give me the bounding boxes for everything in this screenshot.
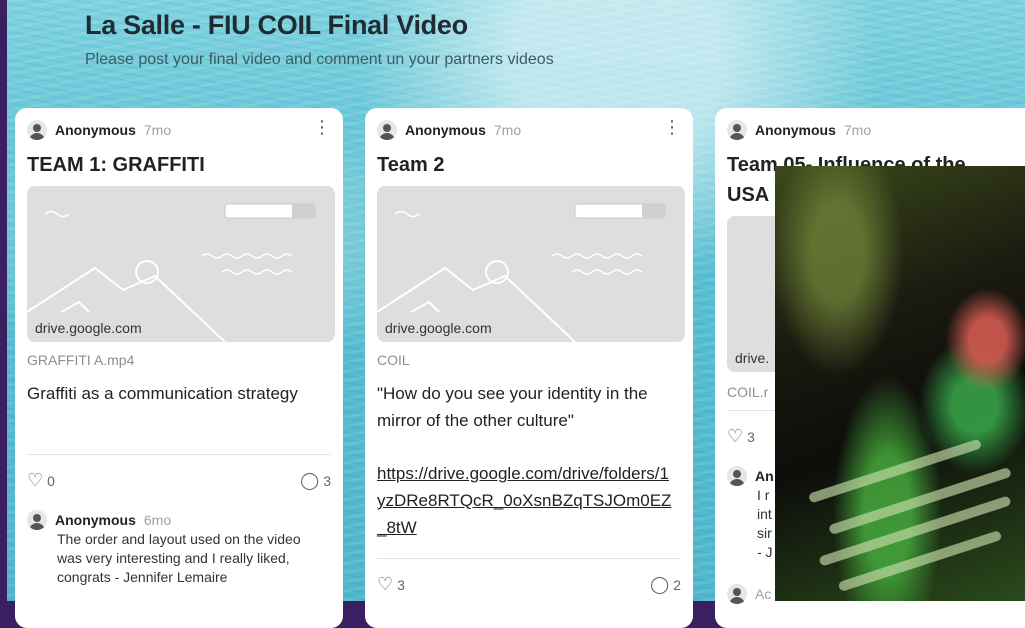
avatar-icon <box>727 584 747 604</box>
heart-icon: ♡ <box>27 470 44 490</box>
post-header: Anonymous 7mo <box>727 120 871 140</box>
comment-author: Anonymous <box>55 512 136 528</box>
attachment-name[interactable]: COIL <box>377 352 410 368</box>
placeholder-image-icon <box>27 203 316 342</box>
comment-button[interactable]: ◯ 3 <box>300 470 331 491</box>
heart-icon: ♡ <box>377 574 394 594</box>
post-title: Team 2 <box>377 154 445 176</box>
post-title: TEAM 1: GRAFFITI <box>27 154 205 176</box>
comment-author: An <box>755 468 774 484</box>
post-author: Anonymous <box>755 122 836 138</box>
link-domain: drive.google.com <box>35 320 142 336</box>
like-button[interactable]: ♡ 3 <box>727 426 755 447</box>
board-title: La Salle - FIU COIL Final Video <box>85 10 468 40</box>
like-count: 0 <box>47 472 55 489</box>
post-author: Anonymous <box>55 122 136 138</box>
divider <box>27 454 331 455</box>
post-time: 7mo <box>843 122 872 138</box>
like-button[interactable]: ♡ 0 <box>27 470 55 491</box>
link-domain: drive.google.com <box>385 320 492 336</box>
avatar-icon <box>27 120 47 140</box>
avatar-icon <box>727 120 747 140</box>
more-vertical-icon[interactable]: ⋮ <box>313 118 331 136</box>
comment-icon: ◯ <box>650 574 670 594</box>
placeholder-image-icon <box>377 203 666 342</box>
post-time: 7mo <box>493 122 522 138</box>
comment-icon: ◯ <box>300 470 320 490</box>
like-count: 3 <box>397 576 405 593</box>
avatar-icon <box>727 466 747 486</box>
post-header: Anonymous 7mo <box>27 120 171 140</box>
post-link[interactable]: https://drive.google.com/drive/folders/1… <box>377 460 677 541</box>
attachment-name[interactable]: COIL.r <box>727 384 768 400</box>
more-vertical-icon[interactable]: ⋮ <box>663 118 681 136</box>
like-button[interactable]: ♡ 3 <box>377 574 405 595</box>
link-preview[interactable]: drive.google.com <box>377 186 685 342</box>
comment-text: The order and layout used on the video w… <box>57 531 301 585</box>
link-preview[interactable]: drive.google.com <box>27 186 335 342</box>
comment-item: Anonymous 6mo The order and layout used … <box>27 510 317 587</box>
comment-time: 6mo <box>143 512 172 528</box>
post-time: 7mo <box>143 122 172 138</box>
comment-author: Ac <box>755 586 772 602</box>
post-body: "How do you see your identity in the mir… <box>377 384 648 430</box>
divider <box>377 558 681 559</box>
like-count: 3 <box>747 428 755 445</box>
post-card[interactable]: Anonymous 7mo ⋮ TEAM 1: GRAFFITI drive.g… <box>15 108 343 628</box>
avatar-icon <box>27 510 47 530</box>
post-author: Anonymous <box>405 122 486 138</box>
post-stats: ♡ 3 ◯ 2 <box>377 574 681 595</box>
video-player[interactable] <box>775 166 1025 601</box>
comment-count: 2 <box>673 576 681 593</box>
avatar-icon <box>377 120 397 140</box>
post-header: Anonymous 7mo <box>377 120 521 140</box>
post-card[interactable]: Anonymous 7mo ⋮ Team 2 drive.google.com … <box>365 108 693 628</box>
board-subtitle: Please post your final video and comment… <box>85 51 554 68</box>
comment-button[interactable]: ◯ 2 <box>650 574 681 595</box>
comment-count: 3 <box>323 472 331 489</box>
attachment-name[interactable]: GRAFFITI A.mp4 <box>27 352 134 368</box>
post-stats: ♡ 0 ◯ 3 <box>27 470 331 491</box>
heart-icon: ♡ <box>727 426 744 446</box>
link-domain: drive. <box>735 350 770 366</box>
post-body: Graffiti as a communication strategy <box>27 384 298 403</box>
drive-folder-link[interactable]: https://drive.google.com/drive/folders/1… <box>377 464 671 537</box>
